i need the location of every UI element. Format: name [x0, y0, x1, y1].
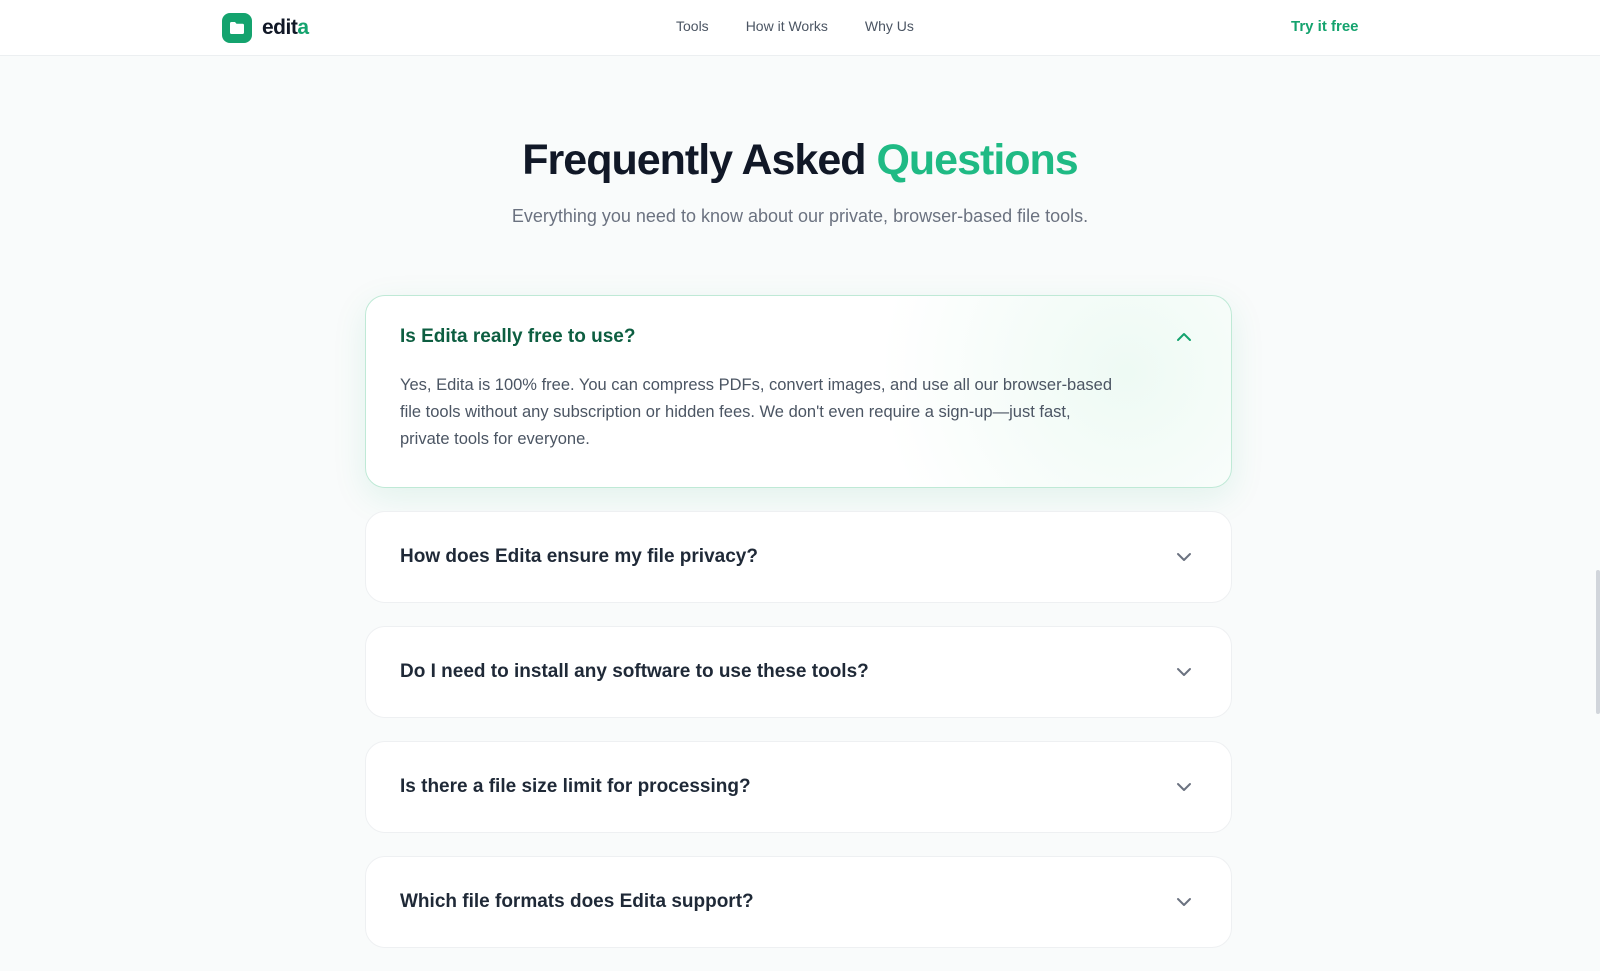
page-scrollbar[interactable] [1596, 570, 1600, 714]
nav-link-tools[interactable]: Tools [676, 18, 709, 34]
folder-icon [222, 13, 252, 43]
faq-item-install[interactable]: Do I need to install any software to use… [365, 626, 1232, 718]
chevron-down-icon[interactable] [1175, 548, 1193, 566]
chevron-down-icon[interactable] [1175, 663, 1193, 681]
logo-text: edita [262, 16, 309, 39]
faq-item-formats[interactable]: Which file formats does Edita support? [365, 856, 1232, 948]
faq-question-row[interactable]: Is Edita really free to use? [400, 296, 1197, 378]
faq-item-size-limit[interactable]: Is there a file size limit for processin… [365, 741, 1232, 833]
chevron-up-icon[interactable] [1175, 328, 1193, 346]
faq-question: Which file formats does Edita support? [400, 891, 754, 912]
page-subtitle: Everything you need to know about our pr… [511, 206, 1089, 226]
logo[interactable]: edita [222, 13, 309, 43]
faq-answer: Yes, Edita is 100% free. You can compres… [400, 376, 1113, 448]
page-title: Frequently Asked Questions [522, 136, 1078, 184]
site-header: edita Tools How it Works Why Us Try it f… [0, 0, 1600, 56]
try-it-free-button[interactable]: Try it free [1291, 18, 1359, 35]
faq-question: Is there a file size limit for processin… [400, 776, 751, 797]
faq-question-row[interactable]: Which file formats does Edita support? [400, 857, 1197, 947]
faq-question-row[interactable]: Do I need to install any software to use… [400, 627, 1197, 717]
chevron-down-icon[interactable] [1175, 778, 1193, 796]
faq-list: Is Edita really free to use? Yes, Edita … [365, 295, 1232, 971]
faq-question: Do I need to install any software to use… [400, 661, 869, 682]
nav-link-how-it-works[interactable]: How it Works [746, 18, 828, 34]
nav-link-why-us[interactable]: Why Us [865, 18, 914, 34]
faq-question: Is Edita really free to use? [400, 326, 636, 347]
faq-question-row[interactable]: How does Edita ensure my file privacy? [400, 512, 1197, 602]
faq-question: How does Edita ensure my file privacy? [400, 546, 758, 567]
faq-question-row[interactable]: Is there a file size limit for processin… [400, 742, 1197, 832]
faq-item-privacy[interactable]: How does Edita ensure my file privacy? [365, 511, 1232, 603]
main-nav: Tools How it Works Why Us [676, 18, 914, 34]
faq-item-free[interactable]: Is Edita really free to use? Yes, Edita … [365, 295, 1232, 488]
chevron-down-icon[interactable] [1175, 893, 1193, 911]
